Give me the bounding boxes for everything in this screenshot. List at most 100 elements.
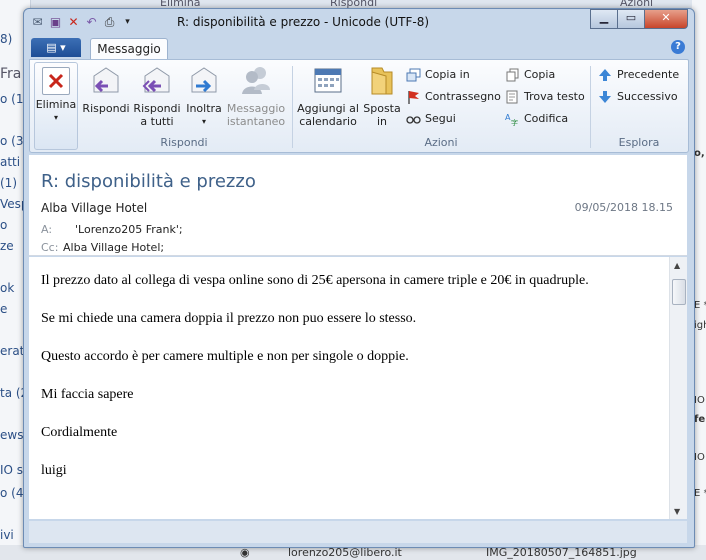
body-line: Cordialmente xyxy=(41,425,118,440)
body-line: Se mi chiede una camera doppia il prezzo… xyxy=(41,311,417,326)
body-line: Questo accordo è per camere multiple e n… xyxy=(41,349,409,364)
group-separator xyxy=(292,66,293,148)
message-window: ✉ ▣ ✕ ↶ ⎙ ▾ R: disponibilità e prezzo - … xyxy=(23,8,695,548)
customize-chevron-down-icon[interactable]: ▾ xyxy=(120,15,135,30)
add-to-calendar-label-1: Aggiungi al xyxy=(297,102,359,115)
bg-folder[interactable]: ze xyxy=(0,239,14,253)
message-body[interactable]: Il prezzo dato al collega di vespa onlin… xyxy=(29,257,669,519)
bg-folder[interactable]: erat xyxy=(0,344,24,358)
message-sender[interactable]: Alba Village Hotel xyxy=(41,201,147,215)
flag-icon xyxy=(408,91,419,104)
maximize-button[interactable]: ▭ xyxy=(617,9,644,29)
bg-folder[interactable]: ivi xyxy=(0,528,14,542)
add-to-calendar-label-2: calendario xyxy=(299,115,357,128)
previous-label: Precedente xyxy=(617,68,680,81)
file-menu-button[interactable]: ▤ ▾ xyxy=(31,38,81,57)
bg-text: IO xyxy=(694,452,705,463)
contacts-icon xyxy=(242,67,270,94)
bg-folder[interactable]: ok xyxy=(0,281,14,295)
body-line: Il prezzo dato al collega di vespa onlin… xyxy=(41,273,589,288)
next-button[interactable]: Successivo xyxy=(598,88,678,106)
bg-text: igh xyxy=(694,320,706,331)
copy-to-icon xyxy=(406,68,421,82)
move-to-button[interactable]: Sposta in xyxy=(362,64,402,128)
copy-label: Copia xyxy=(524,68,556,81)
bg-folder[interactable]: o xyxy=(0,218,7,232)
reply-icon xyxy=(93,67,119,93)
bg-text: E * xyxy=(694,300,706,311)
follow-up-label: Segui xyxy=(425,112,456,125)
flag-button[interactable]: Contrassegno xyxy=(406,88,501,106)
follow-up-button[interactable]: Segui xyxy=(406,110,456,128)
copy-to-button[interactable]: Copia in xyxy=(406,66,470,84)
reply-icon[interactable]: ↶ xyxy=(84,15,99,30)
forward-button[interactable]: Inoltra ▾ xyxy=(184,64,224,128)
group-label-rispondi: Rispondi xyxy=(160,136,208,149)
reply-all-label-1: Rispondi xyxy=(133,102,181,115)
to-label: A: xyxy=(41,223,53,236)
folder-icon xyxy=(371,67,393,95)
to-recipients[interactable]: 'Lorenzo205 Frank'; xyxy=(75,223,183,236)
encoding-button[interactable]: A 字 Codifica xyxy=(505,110,568,128)
flag-label: Contrassegno xyxy=(425,90,501,103)
instant-message-button[interactable]: Messaggio istantaneo xyxy=(226,64,286,128)
calendar-icon xyxy=(314,68,342,93)
body-line: Mi faccia sapere xyxy=(41,387,134,402)
add-to-calendar-button[interactable]: Aggiungi al calendario xyxy=(296,64,360,128)
scroll-up-icon[interactable]: ▲ xyxy=(674,261,680,270)
instant-message-label-1: Messaggio xyxy=(226,102,286,115)
svg-text:字: 字 xyxy=(511,118,518,126)
ribbon: Elimina ▾ Rispondi Rispondi a tutti Inol… xyxy=(29,59,689,153)
find-text-button[interactable]: Trova testo xyxy=(505,88,585,106)
print-icon[interactable]: ⎙ xyxy=(102,15,117,30)
title-bar: ✉ ▣ ✕ ↶ ⎙ ▾ R: disponibilità e prezzo - … xyxy=(24,9,694,37)
tab-messaggio[interactable]: Messaggio xyxy=(90,38,168,60)
bg-text: o, xyxy=(694,148,705,159)
window-controls: ▁ ▭ ✕ xyxy=(590,9,688,29)
bg-text: E * xyxy=(694,488,706,499)
bg-folder[interactable]: (1) xyxy=(0,176,17,190)
bg-text: fe xyxy=(694,414,706,425)
reply-label: Rispondi xyxy=(82,102,130,115)
delete-icon xyxy=(42,67,70,95)
glasses-icon xyxy=(406,116,421,124)
message-date: 09/05/2018 18.15 xyxy=(574,201,673,214)
forward-icon xyxy=(191,67,217,93)
reply-all-label-2: a tutti xyxy=(140,115,174,128)
instant-message-label-2: istantaneo xyxy=(226,115,286,128)
cc-recipients[interactable]: Alba Village Hotel; xyxy=(63,241,164,254)
window-title: R: disponibilità e prezzo - Unicode (UTF… xyxy=(177,15,430,29)
move-to-label-2: in xyxy=(376,115,388,128)
ribbon-tabs: ▤ ▾ Messaggio ? xyxy=(29,37,689,60)
bg-folder: Fra xyxy=(0,66,22,82)
arrow-up-icon xyxy=(599,69,611,81)
previous-button[interactable]: Precedente xyxy=(598,66,679,84)
scroll-down-icon[interactable]: ▼ xyxy=(674,507,680,516)
reply-all-button[interactable]: Rispondi a tutti xyxy=(132,64,182,128)
help-icon[interactable]: ? xyxy=(671,40,685,54)
copy-to-label: Copia in xyxy=(425,68,470,81)
body-scrollbar[interactable]: ▲ ▼ xyxy=(669,257,687,519)
delete-button[interactable]: Elimina ▾ xyxy=(34,62,78,150)
envelope-icon: ✉ xyxy=(32,15,43,29)
minimize-button[interactable]: ▁ xyxy=(590,9,617,29)
encoding-label: Codifica xyxy=(524,112,569,125)
bg-folder[interactable]: 8) xyxy=(0,32,12,46)
delete-icon[interactable]: ✕ xyxy=(66,15,81,30)
group-separator xyxy=(590,66,591,148)
save-icon[interactable]: ▣ xyxy=(48,15,63,30)
encoding-icon: A字 xyxy=(505,113,518,126)
group-label-azioni: Azioni xyxy=(424,136,458,149)
reply-button[interactable]: Rispondi xyxy=(82,64,130,115)
scroll-thumb[interactable] xyxy=(672,279,686,305)
copy-icon xyxy=(506,68,519,82)
copy-button[interactable]: Copia xyxy=(505,66,555,84)
cc-label: Cc: xyxy=(41,241,59,254)
group-label-esplora: Esplora xyxy=(618,136,660,149)
forward-chevron-down-icon: ▾ xyxy=(201,117,206,126)
next-label: Successivo xyxy=(617,90,678,103)
bg-folder[interactable]: e xyxy=(0,302,7,316)
move-to-label-1: Sposta xyxy=(363,102,401,115)
message-subject: R: disponibilità e prezzo xyxy=(41,171,256,192)
close-button[interactable]: ✕ xyxy=(644,9,688,29)
